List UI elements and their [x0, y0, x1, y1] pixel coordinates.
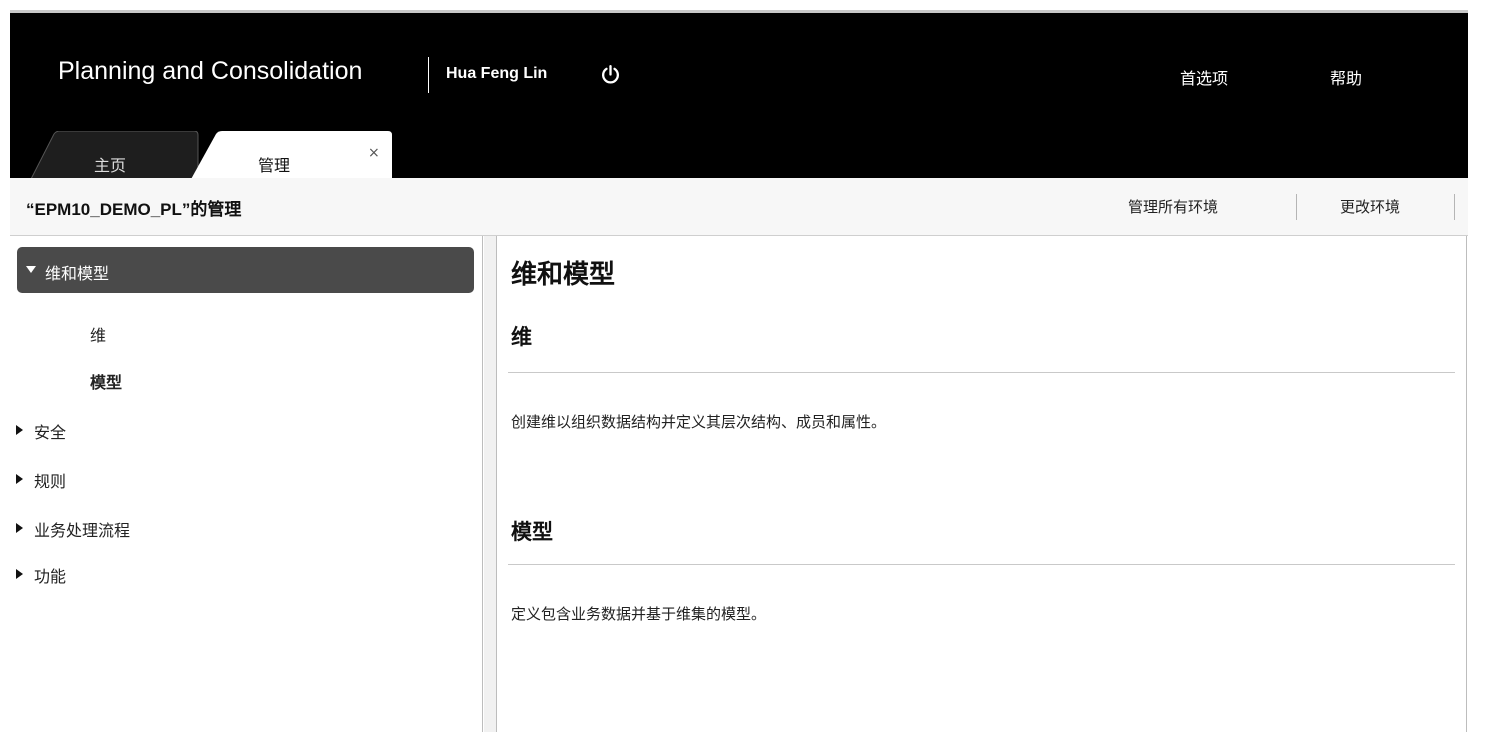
- section-title-models: 模型: [511, 519, 553, 544]
- section-description-dimensions: 创建维以组织数据结构并定义其层次结构、成员和属性。: [511, 413, 887, 431]
- sidebar-subitem-dimensions[interactable]: 维: [90, 322, 106, 346]
- section-divider: [508, 564, 1455, 565]
- tab-home[interactable]: 主页: [30, 131, 210, 181]
- caret-right-icon: [16, 523, 23, 533]
- title-separator: [428, 57, 429, 93]
- caret-right-icon: [16, 425, 23, 435]
- panel-splitter[interactable]: [484, 236, 497, 732]
- user-name: Hua Feng Lin: [446, 65, 548, 82]
- caret-right-icon: [16, 474, 23, 484]
- sidebar-item-label: 业务处理流程: [34, 521, 131, 540]
- sidebar-item-label: 功能: [34, 567, 67, 586]
- tab-home-label: 主页: [94, 156, 127, 175]
- change-environment-link[interactable]: 更改环境: [1340, 196, 1400, 217]
- environment-bar: “EPM10_DEMO_PL”的管理 管理所有环境 更改环境: [10, 178, 1468, 236]
- tab-close-icon[interactable]: ×: [368, 145, 380, 161]
- sidebar-item-dimensions-and-models[interactable]: 维和模型: [17, 247, 474, 293]
- power-icon[interactable]: [600, 64, 621, 85]
- app-window: Planning and Consolidation Hua Feng Lin …: [10, 10, 1468, 732]
- caret-down-icon: [26, 266, 36, 273]
- sidebar-item-label: 规则: [34, 472, 67, 491]
- help-link[interactable]: 帮助: [1330, 65, 1362, 89]
- content-panel: 维和模型 维 创建维以组织数据结构并定义其层次结构、成员和属性。 模型 定义包含…: [497, 236, 1467, 732]
- sidebar-item-label: 安全: [34, 423, 67, 442]
- tab-admin-shape: [190, 131, 392, 181]
- manage-all-environments-link[interactable]: 管理所有环境: [1128, 196, 1218, 217]
- page-title: 维和模型: [511, 260, 616, 290]
- section-title-dimensions: 维: [511, 324, 532, 349]
- link-separator: [1296, 194, 1297, 220]
- sidebar-subitem-models[interactable]: 模型: [90, 369, 122, 393]
- environment-title: “EPM10_DEMO_PL”的管理: [26, 200, 242, 219]
- preferences-link[interactable]: 首选项: [1180, 65, 1228, 89]
- app-title: Planning and Consolidation: [58, 57, 363, 85]
- section-divider: [508, 372, 1455, 373]
- admin-sidebar: 维和模型 维 模型 安全 规则 业务处理流程 功能: [10, 236, 483, 732]
- tab-admin[interactable]: 管理 ×: [190, 131, 394, 181]
- section-description-models: 定义包含业务数据并基于维集的模型。: [511, 605, 767, 623]
- tab-admin-label: 管理: [258, 156, 291, 175]
- caret-right-icon: [16, 569, 23, 579]
- app-header: Planning and Consolidation Hua Feng Lin …: [10, 10, 1468, 181]
- sidebar-item-label: 维和模型: [45, 264, 110, 283]
- link-separator-end: [1454, 194, 1455, 220]
